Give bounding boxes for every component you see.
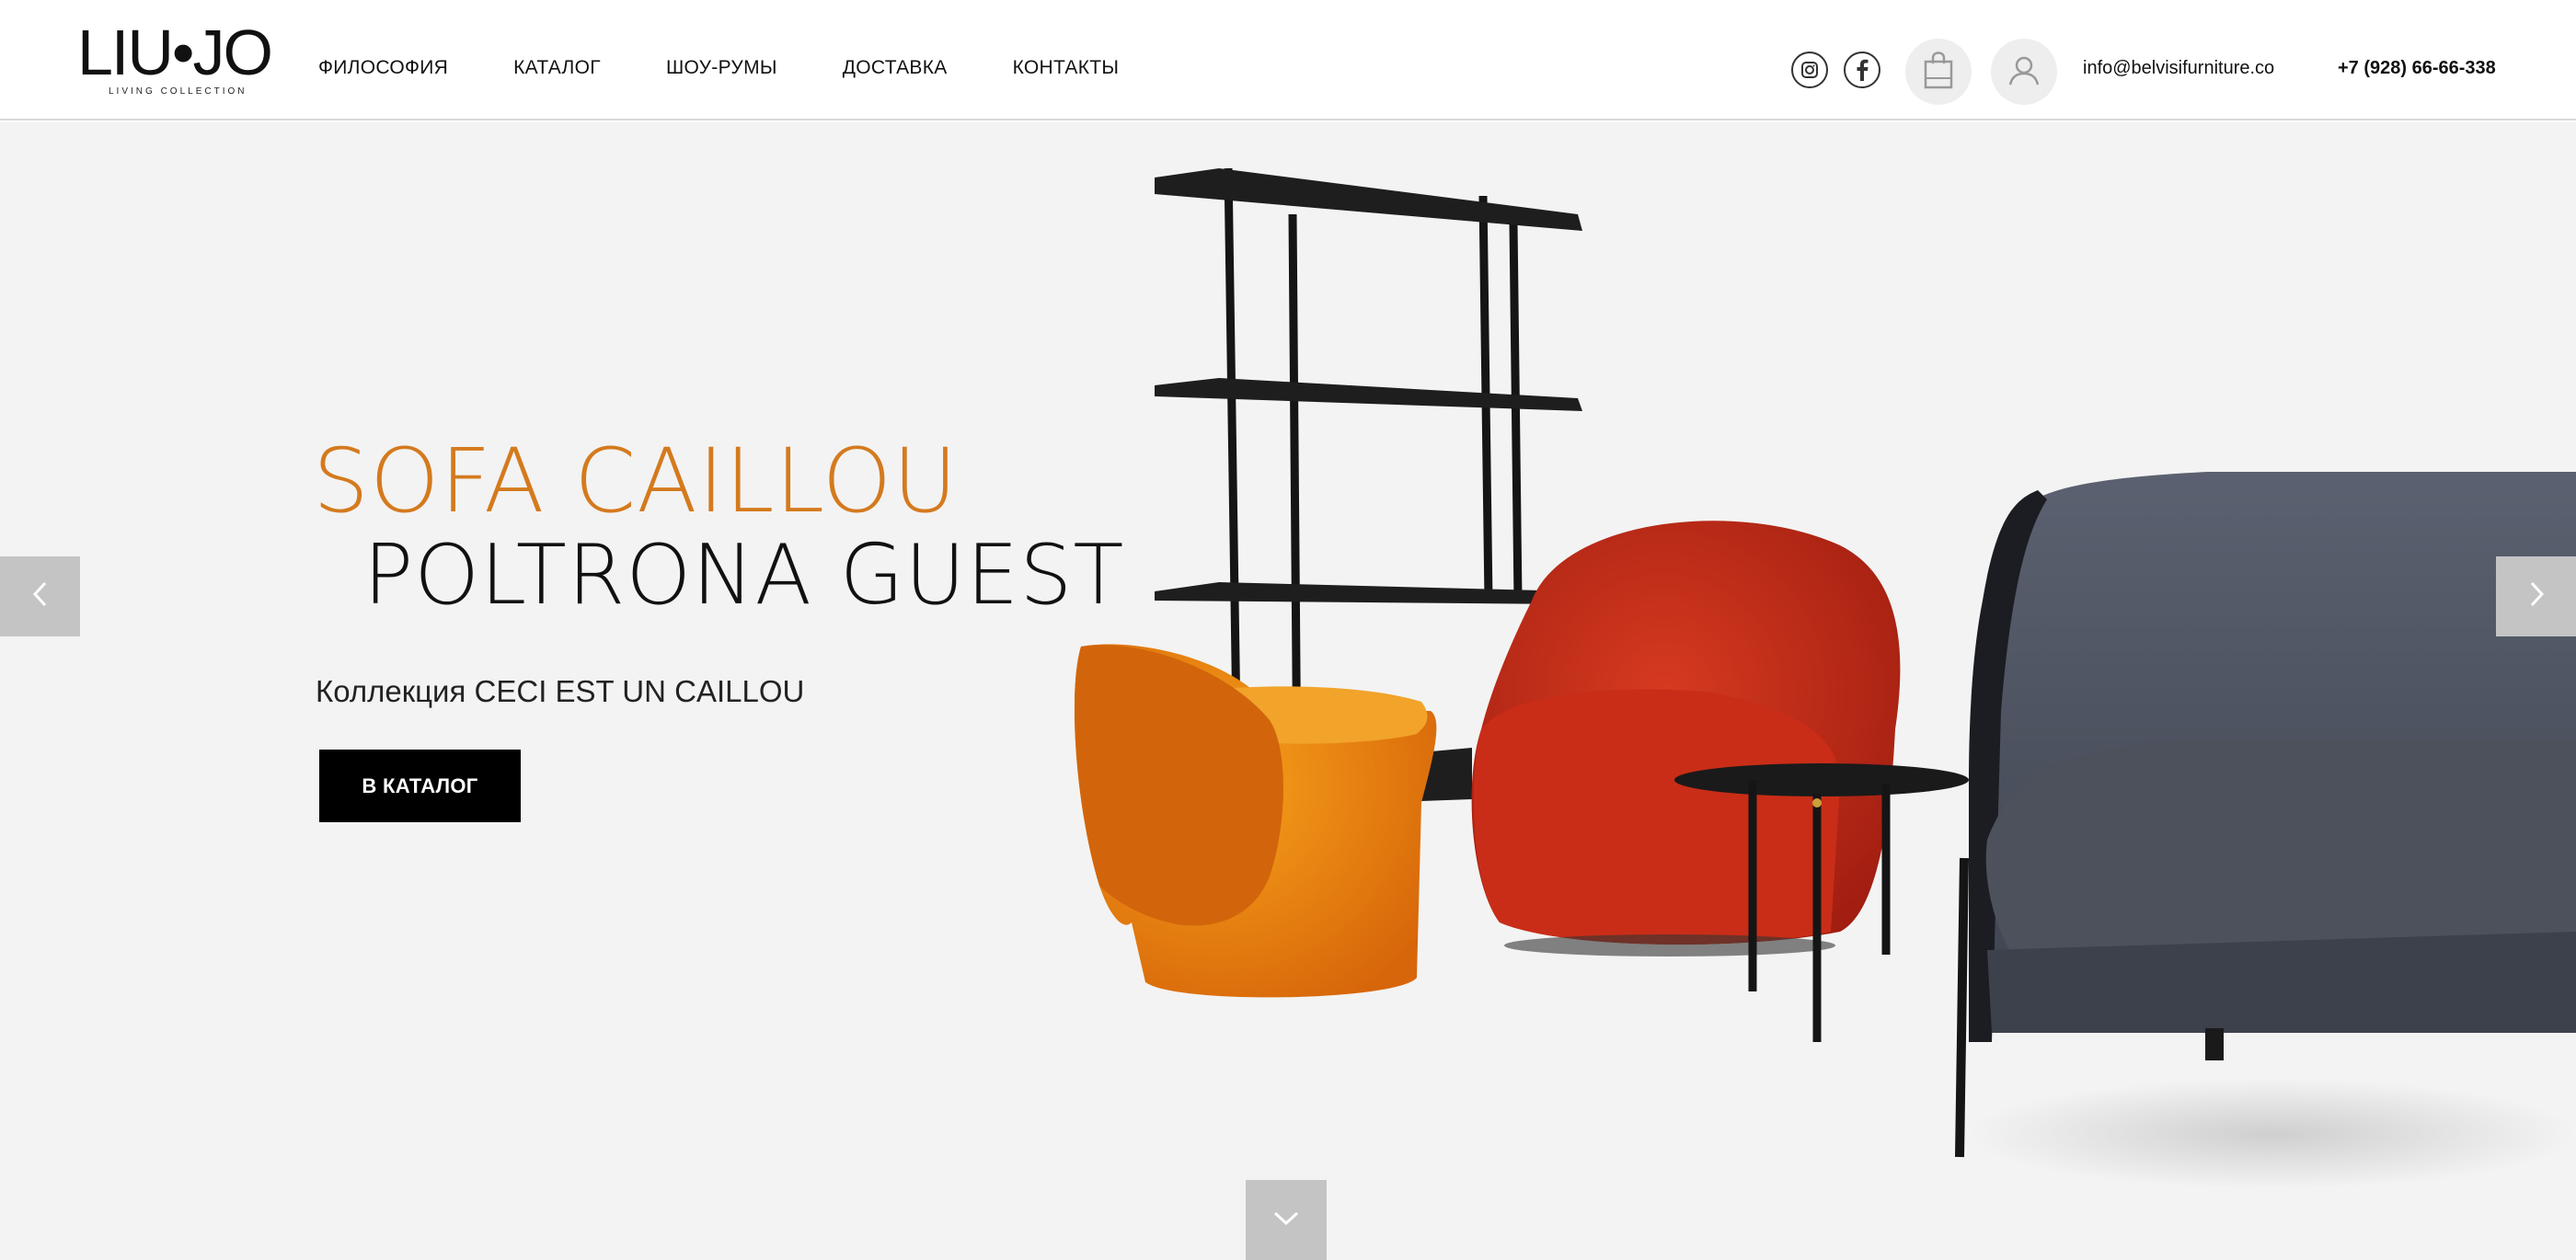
shopping-bag-icon [1922, 51, 1955, 94]
hero-title-line2: POLTRONA GUEST [363, 527, 1125, 624]
slider-prev-button[interactable] [0, 556, 80, 636]
email-link[interactable]: info@belvisifurniture.co [2083, 58, 2274, 79]
scroll-down-button[interactable] [1246, 1180, 1327, 1260]
catalog-button[interactable]: В КАТАЛОГ [319, 750, 521, 822]
phone-link[interactable]: +7 (928) 66-66-338 [2338, 58, 2496, 79]
hero-title-line1: SOFA CAILLOU [313, 430, 959, 533]
nav-item-philosophy[interactable]: ФИЛОСОФИЯ [318, 57, 448, 79]
nav-item-delivery[interactable]: ДОСТАВКА [843, 57, 948, 79]
logo-text: LIU•JO [77, 17, 273, 88]
account-button[interactable] [1991, 39, 2057, 105]
site-header: LIU•JO LIVING COLLECTION ФИЛОСОФИЯ КАТАЛ… [0, 0, 2576, 120]
logo-subtext: LIVING COLLECTION [109, 86, 247, 97]
cart-button[interactable] [1905, 39, 1972, 105]
nav-item-showrooms[interactable]: ШОУ-РУМЫ [666, 57, 777, 79]
nav-item-catalog[interactable]: КАТАЛОГ [513, 57, 601, 79]
main-nav: ФИЛОСОФИЯ КАТАЛОГ ШОУ-РУМЫ ДОСТАВКА КОНТ… [318, 57, 1184, 79]
nav-item-contacts[interactable]: КОНТАКТЫ [1013, 57, 1120, 79]
hero-slider: SOFA CAILLOU POLTRONA GUEST Коллекция CE… [0, 122, 2576, 1260]
slider-next-button[interactable] [2496, 556, 2576, 636]
facebook-icon[interactable] [1844, 52, 1880, 88]
user-icon [2007, 53, 2041, 91]
chevron-right-icon [2525, 580, 2547, 613]
chevron-left-icon [29, 580, 52, 613]
instagram-icon[interactable] [1791, 52, 1828, 88]
chevron-down-icon [1272, 1207, 1300, 1233]
brand-logo[interactable]: LIU•JO LIVING COLLECTION [77, 17, 273, 99]
hero-subtitle: Коллекция CECI EST UN CAILLOU [316, 674, 805, 708]
